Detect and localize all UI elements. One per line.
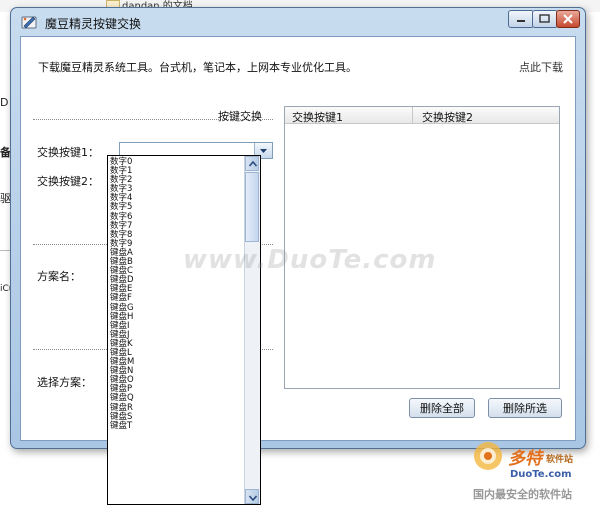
key-swap-window: 魔豆精灵按键交换 下载魔豆精灵系统工具。台式机，笔记本，上网本专业优化工具。 点… <box>10 7 586 449</box>
maximize-button[interactable] <box>532 10 558 28</box>
background-fragment: D <box>0 96 9 109</box>
swap1-dropdown-list[interactable]: 数字0 数字1 数字2 数字3 数字4 数字5 数字6 数字7 数字8 数字9 键盘A 键盘B 键盘C 键… <box>107 155 261 505</box>
promo-text: 下载魔豆精灵系统工具。台式机，笔记本，上网本专业优化工具。 <box>38 61 357 74</box>
table-header: 交换按键1 交换按键2 <box>285 107 559 124</box>
logo-site: DuoTe.com <box>510 469 572 480</box>
dropdown-items: 数字0 数字1 数字2 数字3 数字4 数字5 数字6 数字7 数字8 数字9 键盘A 键盘B 键盘C 键… <box>109 157 245 431</box>
chevron-down-icon <box>248 495 258 502</box>
logo-emblem-icon <box>474 442 502 470</box>
download-link[interactable]: 点此下载 <box>519 59 563 75</box>
column-header-swap1[interactable]: 交换按键1 <box>292 109 343 125</box>
column-header-swap2[interactable]: 交换按键2 <box>422 109 473 125</box>
swap2-label: 交换按键2： <box>37 175 99 188</box>
close-icon <box>563 14 573 24</box>
app-icon <box>21 16 37 29</box>
minimize-icon <box>517 20 525 22</box>
scroll-up-button[interactable] <box>245 156 259 171</box>
delete-selected-button[interactable]: 删除所选 <box>488 398 562 418</box>
watermark-text: www.DuoTe.com <box>183 245 437 275</box>
delete-all-button[interactable]: 删除全部 <box>409 398 475 418</box>
title-bar[interactable]: 魔豆精灵按键交换 <box>11 8 585 36</box>
background-divider <box>0 250 10 251</box>
chevron-up-icon <box>248 160 258 167</box>
scroll-thumb[interactable] <box>245 172 259 242</box>
scheme-name-label: 方案名： <box>37 270 81 283</box>
minimize-button[interactable] <box>508 10 534 28</box>
dropdown-option[interactable]: 键盘T <box>109 421 245 431</box>
dropdown-scrollbar[interactable] <box>244 156 260 504</box>
close-button[interactable] <box>556 10 580 28</box>
section-title: 按键交换 <box>218 110 262 123</box>
logo-sub: 软件站 <box>546 455 574 465</box>
column-divider[interactable] <box>412 107 413 123</box>
scroll-down-button[interactable] <box>245 489 259 504</box>
swap1-label: 交换按键1： <box>37 146 99 159</box>
duote-logo: 多特 软件站 DuoTe.com 国内最安全的软件站 <box>470 438 595 508</box>
logo-slogan: 国内最安全的软件站 <box>473 488 572 501</box>
select-scheme-label: 选择方案： <box>37 376 92 389</box>
window-title: 魔豆精灵按键交换 <box>45 17 142 31</box>
dialog-body: 下载魔豆精灵系统工具。台式机，笔记本，上网本专业优化工具。 点此下载 按键交换 … <box>20 36 576 441</box>
logo-brand: 多特 <box>508 449 542 469</box>
maximize-icon <box>539 14 550 23</box>
